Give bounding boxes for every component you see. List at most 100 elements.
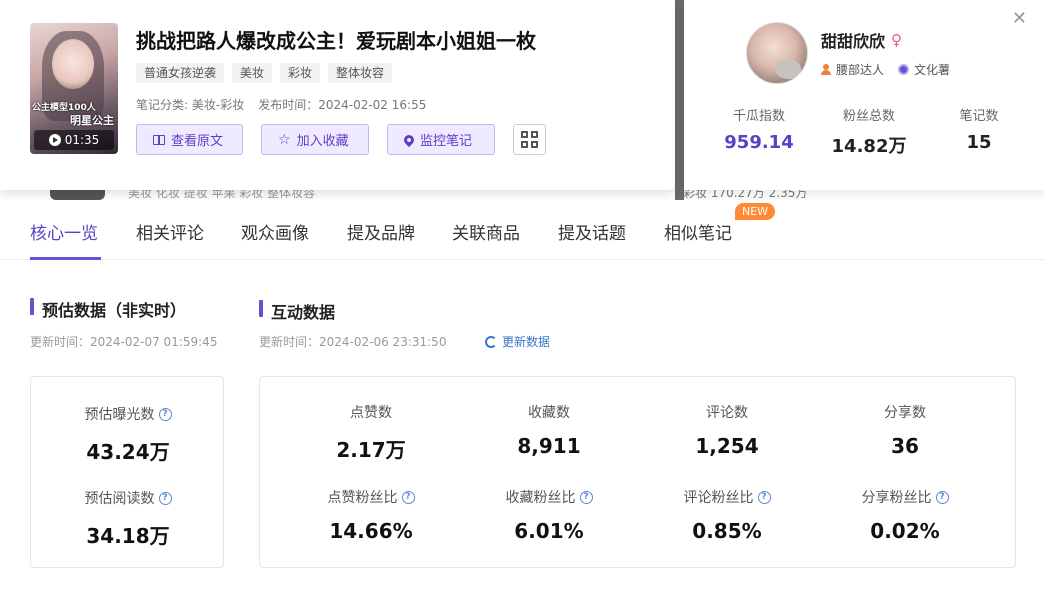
profile-badge-level-label: 腰部达人 <box>836 63 885 77</box>
metric-label: 点赞粉丝比 ? <box>281 487 461 507</box>
help-icon[interactable]: ? <box>158 491 172 505</box>
profile-badge-level: 腰部达人 <box>821 61 884 78</box>
profile-badges: 腰部达人 文化薯 <box>821 61 950 78</box>
profile-stat-value: 14.82万 <box>831 136 907 157</box>
profile-stat-index: 千瓜指数 959.14 <box>704 105 814 158</box>
play-icon <box>48 134 61 146</box>
active-tab-indicator <box>30 257 101 260</box>
metric-favorites: 收藏数 8,911 <box>459 402 639 458</box>
note-tag: 美妆 <box>232 63 273 83</box>
metric-label-text: 预估阅读数 <box>84 491 155 507</box>
profile-stat-label: 千瓜指数 <box>732 109 785 124</box>
monitor-note-label: 监控笔记 <box>420 134 473 149</box>
metric-comments: 评论数 1,254 <box>637 402 817 458</box>
profile-card: 甜甜欣欣 ♀ 腰部达人 文化薯 ✕ 千瓜指数 959.14 粉丝总数 14.82… <box>684 0 1045 190</box>
star-icon: ☆ <box>278 131 291 148</box>
profile-stat-fans: 粉丝总数 14.82万 <box>814 105 924 158</box>
metric-value: 36 <box>891 434 919 458</box>
monitor-note-button[interactable]: 监控笔记 <box>387 124 495 155</box>
profile-badge-category-label: 文化薯 <box>914 63 951 77</box>
interaction-update-time: 更新时间：2024-02-06 23:31:50 <box>259 335 447 349</box>
estimate-box: 预估曝光数 ? 43.24万 预估阅读数 ? 34.18万 <box>30 376 224 568</box>
metric-like-fan-ratio: 点赞粉丝比 ? 14.66% <box>281 487 461 543</box>
tab-similar-notes[interactable]: 相似笔记 <box>664 219 732 244</box>
help-icon[interactable]: ? <box>757 490 771 504</box>
metric-label: 评论粉丝比 ? <box>637 487 817 507</box>
metric-value: 2.17万 <box>336 438 406 462</box>
metric-value: 6.01% <box>514 519 584 543</box>
metric-comment-fan-ratio: 评论粉丝比 ? 0.85% <box>637 487 817 543</box>
help-icon[interactable]: ? <box>158 407 172 421</box>
person-icon <box>821 64 831 75</box>
note-card: 公主模型100人 明星公主 01:35 挑战把路人爆改成公主！爱玩剧本小姐姐一枚… <box>0 0 675 190</box>
background-divider <box>675 0 684 200</box>
metric-label: 收藏数 <box>528 405 570 421</box>
tab-topics[interactable]: 提及话题 <box>558 219 626 244</box>
profile-stat-label: 粉丝总数 <box>842 109 895 124</box>
metric-estimated-reads: 预估阅读数 ? 34.18万 <box>31 488 225 549</box>
tab-brands[interactable]: 提及品牌 <box>347 219 415 244</box>
tab-products[interactable]: 关联商品 <box>452 219 520 244</box>
metric-value: 0.02% <box>870 519 940 543</box>
metric-label-text: 评论粉丝比 <box>683 490 754 506</box>
help-icon[interactable]: ? <box>401 490 415 504</box>
female-icon: ♀ <box>891 31 903 49</box>
help-icon[interactable]: ? <box>935 490 949 504</box>
metric-label: 收藏粉丝比 ? <box>459 487 639 507</box>
metric-value: 1,254 <box>695 434 759 458</box>
profile-stat-label: 笔记数 <box>959 109 999 124</box>
help-icon[interactable]: ? <box>579 490 593 504</box>
metric-favorite-fan-ratio: 收藏粉丝比 ? 6.01% <box>459 487 639 543</box>
metric-value: 43.24万 <box>86 440 170 464</box>
profile-stat-notes: 笔记数 15 <box>924 105 1034 158</box>
metric-label: 预估曝光数 ? <box>31 404 225 424</box>
metric-label: 预估阅读数 ? <box>31 488 225 508</box>
note-title: 挑战把路人爆改成公主！爱玩剧本小姐姐一枚 <box>136 29 536 53</box>
new-badge: NEW <box>735 203 776 220</box>
qr-code-icon <box>521 131 538 148</box>
profile-name[interactable]: 甜甜欣欣 <box>821 28 885 52</box>
add-favorite-label: 加入收藏 <box>296 134 349 149</box>
tab-comments[interactable]: 相关评论 <box>136 219 204 244</box>
duration-text: 01:35 <box>64 133 100 147</box>
metric-label-text: 分享粉丝比 <box>861 490 932 506</box>
note-tags: 普通女孩逆袭 美妆 彩妆 整体妆容 <box>136 63 393 83</box>
estimate-update-time: 更新时间：2024-02-07 01:59:45 <box>30 335 218 349</box>
add-favorite-button[interactable]: ☆ 加入收藏 <box>261 124 369 155</box>
interaction-box: 点赞数 2.17万 收藏数 8,911 评论数 1,254 分享数 36 点赞粉… <box>259 376 1016 568</box>
metric-value: 34.18万 <box>86 524 170 548</box>
note-category: 笔记分类: 美妆-彩妆 <box>136 98 245 112</box>
metric-value: 8,911 <box>517 434 581 458</box>
note-cover[interactable]: 公主模型100人 明星公主 01:35 <box>30 23 118 154</box>
tab-bar: 核心一览 相关评论 观众画像 提及品牌 关联商品 提及话题 相似笔记 NEW <box>0 200 1045 260</box>
metric-label-text: 点赞粉丝比 <box>327 490 398 506</box>
metric-label-text: 预估曝光数 <box>84 407 155 423</box>
metric-label: 评论数 <box>706 405 748 421</box>
medal-icon <box>898 64 910 75</box>
metric-label: 分享数 <box>884 405 926 421</box>
tab-core-overview[interactable]: 核心一览 <box>30 219 98 244</box>
metric-share-fan-ratio: 分享粉丝比 ? 0.02% <box>815 487 995 543</box>
video-duration: 01:35 <box>34 130 114 150</box>
estimate-section-title: 预估数据（非实时） <box>30 297 186 321</box>
profile-badge-category: 文化薯 <box>898 61 950 78</box>
cover-caption-bottom: 明星公主 <box>70 114 114 127</box>
profile-stats: 千瓜指数 959.14 粉丝总数 14.82万 笔记数 15 <box>704 105 1034 158</box>
close-icon[interactable]: ✕ <box>1012 10 1027 28</box>
qr-code-button[interactable] <box>513 124 546 155</box>
profile-stat-value: 959.14 <box>724 132 794 153</box>
note-meta: 笔记分类: 美妆-彩妆 发布时间：2024-02-02 16:55 <box>136 96 426 113</box>
refresh-data-button[interactable]: 更新数据 <box>485 333 550 350</box>
avatar[interactable] <box>746 22 808 84</box>
profile-stat-value: 15 <box>966 132 992 153</box>
cover-face <box>52 39 94 89</box>
metric-value: 0.85% <box>692 519 762 543</box>
tab-audience[interactable]: 观众画像 <box>241 219 309 244</box>
metric-estimated-exposure: 预估曝光数 ? 43.24万 <box>31 404 225 465</box>
book-icon <box>153 134 165 145</box>
refresh-icon <box>485 335 497 348</box>
refresh-data-label: 更新数据 <box>502 335 551 349</box>
view-original-button[interactable]: 查看原文 <box>136 124 243 155</box>
metric-label-text: 收藏粉丝比 <box>505 490 576 506</box>
metric-likes: 点赞数 2.17万 <box>281 402 461 463</box>
